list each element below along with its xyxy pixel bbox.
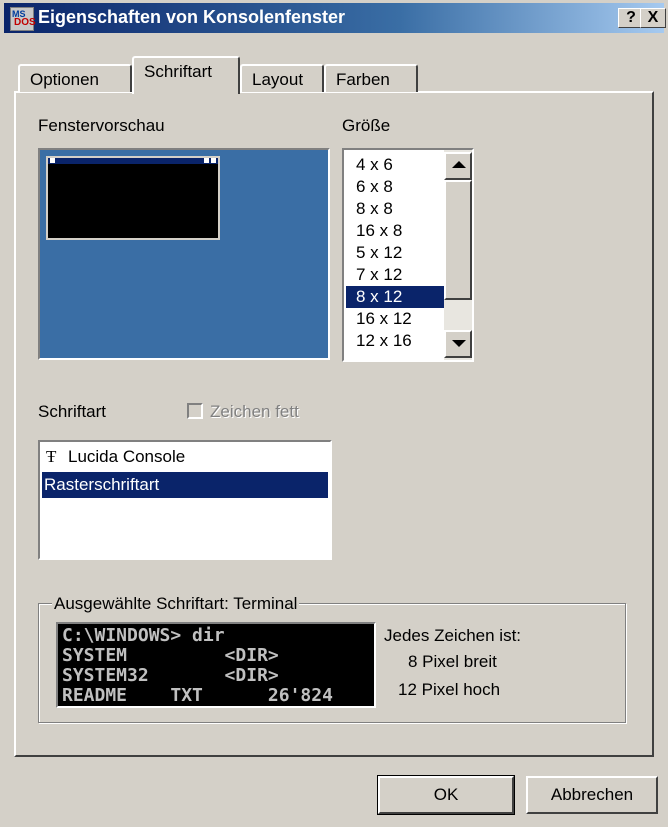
preview-console-window xyxy=(46,156,220,240)
font-item-lucida[interactable]: Ŧ Lucida Console xyxy=(42,444,328,470)
font-listbox[interactable]: Ŧ Lucida Console Rasterschriftart xyxy=(38,440,332,560)
close-button[interactable]: X xyxy=(640,8,666,28)
bold-checkbox-label[interactable]: Zeichen fett xyxy=(210,402,299,422)
scroll-down-button[interactable] xyxy=(444,330,472,358)
size-scrollbar[interactable] xyxy=(444,150,472,360)
sample-line: SYSTEM <DIR> xyxy=(62,645,279,666)
scroll-thumb[interactable] xyxy=(444,180,472,300)
sample-line: SYSTEM32 <DIR> xyxy=(62,665,279,686)
font-item-raster[interactable]: Rasterschriftart xyxy=(42,472,328,498)
arrow-down-icon xyxy=(452,340,466,347)
font-item-label: Lucida Console xyxy=(68,447,186,466)
sample-line: C:\WINDOWS> dir xyxy=(62,625,225,646)
msdos-icon-dos: DOS xyxy=(14,17,36,28)
title-bar[interactable]: MS DOS Eigenschaften von Konsolenfenster… xyxy=(4,3,666,33)
arrow-up-icon xyxy=(452,161,466,168)
size-label: Größe xyxy=(342,116,391,135)
preview-label: Fenstervorschau xyxy=(38,116,165,135)
size-item[interactable]: 5 x 12 xyxy=(346,242,446,264)
char-width-text: 8 Pixel breit xyxy=(408,652,497,671)
size-item-selected[interactable]: 8 x 12 xyxy=(346,286,446,308)
font-label: Schriftart xyxy=(38,402,107,421)
char-info-heading: Jedes Zeichen ist: xyxy=(384,626,522,645)
size-item[interactable]: 12 x 16 xyxy=(346,330,446,352)
ok-button[interactable]: OK xyxy=(377,775,515,815)
bold-checkbox[interactable] xyxy=(187,403,203,419)
font-sample-preview: C:\WINDOWS> dir SYSTEM <DIR> SYSTEM32 <D… xyxy=(56,622,376,708)
size-listbox[interactable]: 4 x 6 6 x 8 8 x 8 16 x 8 5 x 12 7 x 12 8… xyxy=(342,148,474,362)
window-title: Eigenschaften von Konsolenfenster xyxy=(38,7,346,27)
size-item[interactable]: 6 x 8 xyxy=(346,176,446,198)
preview-minimize-icon xyxy=(204,158,209,163)
msdos-icon: MS DOS xyxy=(10,7,36,31)
size-item[interactable]: 8 x 8 xyxy=(346,198,446,220)
size-item[interactable]: 16 x 8 xyxy=(346,220,446,242)
scroll-up-button[interactable] xyxy=(444,152,472,180)
window-preview xyxy=(38,148,330,360)
cancel-button[interactable]: Abbrechen xyxy=(526,776,658,814)
size-item[interactable]: 4 x 6 xyxy=(346,154,446,176)
char-height-text: 12 Pixel hoch xyxy=(398,680,501,699)
preview-close-icon xyxy=(211,158,216,163)
properties-dialog: MS DOS Eigenschaften von Konsolenfenster… xyxy=(0,0,668,827)
selected-font-legend: Ausgewählte Schriftart: Terminal xyxy=(52,594,300,614)
font-item-label: Rasterschriftart xyxy=(44,475,160,494)
truetype-icon: Ŧ xyxy=(46,447,57,466)
preview-console-titlebar xyxy=(48,158,218,164)
tab-schriftart[interactable]: Schriftart xyxy=(132,56,240,94)
tab-farben[interactable]: Farben xyxy=(324,64,418,92)
tab-layout[interactable]: Layout xyxy=(240,64,324,92)
preview-window-icon xyxy=(50,158,55,163)
tab-optionen[interactable]: Optionen xyxy=(18,64,132,92)
size-item[interactable]: 7 x 12 xyxy=(346,264,446,286)
size-item[interactable]: 16 x 12 xyxy=(346,308,446,330)
sample-line: README TXT 26'824 xyxy=(62,685,333,706)
